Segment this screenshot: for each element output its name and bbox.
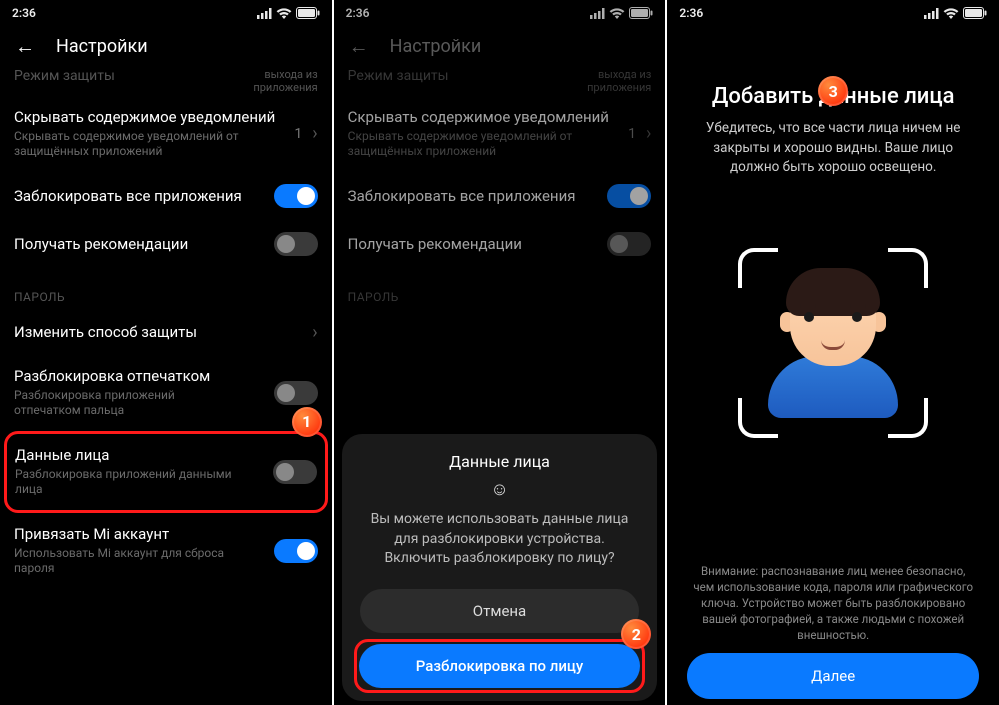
row-recommendations[interactable]: Получать рекомендации bbox=[14, 220, 318, 268]
row-sub: Скрывать содержимое уведомлений от защищ… bbox=[14, 129, 244, 160]
status-icons bbox=[924, 7, 987, 19]
status-bar: 2:36 bbox=[667, 0, 999, 26]
chevron-right-icon: › bbox=[312, 322, 317, 343]
toggle-recommendations[interactable] bbox=[274, 232, 318, 256]
title-bar: ← Настройки bbox=[0, 26, 332, 66]
cancel-button[interactable]: Отмена bbox=[360, 589, 640, 633]
enroll-screen: 3 Добавить данные лица Убедитесь, что вс… bbox=[667, 26, 999, 705]
dialog-body: Вы можете использовать данные лица для р… bbox=[360, 510, 640, 569]
battery-icon bbox=[296, 7, 320, 19]
callout-2: 2 bbox=[621, 619, 651, 649]
row-mi-account[interactable]: Привязать Mi аккаунт Использовать Mi акк… bbox=[14, 513, 318, 589]
highlight-confirm: Разблокировка по лицу bbox=[354, 639, 646, 693]
row-change-method[interactable]: Изменить способ защиты › bbox=[14, 310, 318, 355]
face-frame bbox=[738, 248, 928, 438]
callout-1: 1 bbox=[292, 407, 322, 437]
screenshot-3-enroll: 2:36 3 Добавить данные лица Убедитесь, ч… bbox=[667, 0, 999, 705]
section-password: ПАРОЛЬ bbox=[14, 268, 318, 310]
face-unlock-button[interactable]: Разблокировка по лицу bbox=[359, 644, 641, 688]
toggle-face-data[interactable] bbox=[273, 460, 317, 484]
row-fingerprint[interactable]: Разблокировка отпечатком Разблокировка п… bbox=[14, 355, 318, 431]
face-data-dialog: Данные лица ☺ Вы можете использовать дан… bbox=[342, 434, 658, 701]
row-hide-notifications[interactable]: Скрывать содержимое уведомлений Скрывать… bbox=[14, 96, 318, 172]
dialog-title: Данные лица bbox=[449, 452, 550, 471]
toggle-mi-account[interactable] bbox=[274, 539, 318, 563]
battery-icon bbox=[963, 7, 987, 19]
callout-3: 3 bbox=[818, 76, 848, 106]
cutoff-row: Режим защиты выхода из приложения bbox=[14, 66, 318, 96]
status-time: 2:36 bbox=[679, 6, 703, 20]
row-value: 1 bbox=[294, 126, 302, 142]
smile-icon: ☺ bbox=[490, 479, 508, 500]
wifi-icon bbox=[276, 7, 292, 19]
status-bar: 2:36 bbox=[0, 0, 332, 26]
avatar-icon bbox=[768, 268, 898, 418]
back-icon[interactable]: ← bbox=[14, 34, 36, 59]
screenshot-2-dialog: 2:36 ← Настройки Режим защиты выхода из … bbox=[334, 0, 666, 705]
page-title: Настройки bbox=[56, 36, 318, 57]
wifi-icon bbox=[943, 7, 959, 19]
enroll-desc: Убедитесь, что все части лица ничем не з… bbox=[687, 119, 979, 178]
screenshot-1-settings: 2:36 ← Настройки Режим защиты выхода из … bbox=[0, 0, 332, 705]
next-button[interactable]: Далее bbox=[687, 653, 979, 699]
signal-icon bbox=[257, 8, 272, 19]
chevron-right-icon: › bbox=[312, 123, 317, 144]
status-icons bbox=[257, 7, 320, 19]
enroll-warning: Внимание: распознавание лиц менее безопа… bbox=[687, 563, 979, 643]
settings-list: Режим защиты выхода из приложения Скрыва… bbox=[0, 66, 332, 705]
toggle-fingerprint[interactable] bbox=[274, 381, 318, 405]
row-lock-all[interactable]: Заблокировать все приложения bbox=[14, 172, 318, 220]
highlight-face-row: Данные лица Разблокировка приложений дан… bbox=[4, 431, 328, 513]
signal-icon bbox=[924, 8, 939, 19]
row-face-data[interactable]: Данные лица Разблокировка приложений дан… bbox=[15, 440, 317, 504]
toggle-lock-all[interactable] bbox=[274, 184, 318, 208]
status-time: 2:36 bbox=[12, 6, 36, 20]
row-label: Скрывать содержимое уведомлений bbox=[14, 108, 275, 127]
